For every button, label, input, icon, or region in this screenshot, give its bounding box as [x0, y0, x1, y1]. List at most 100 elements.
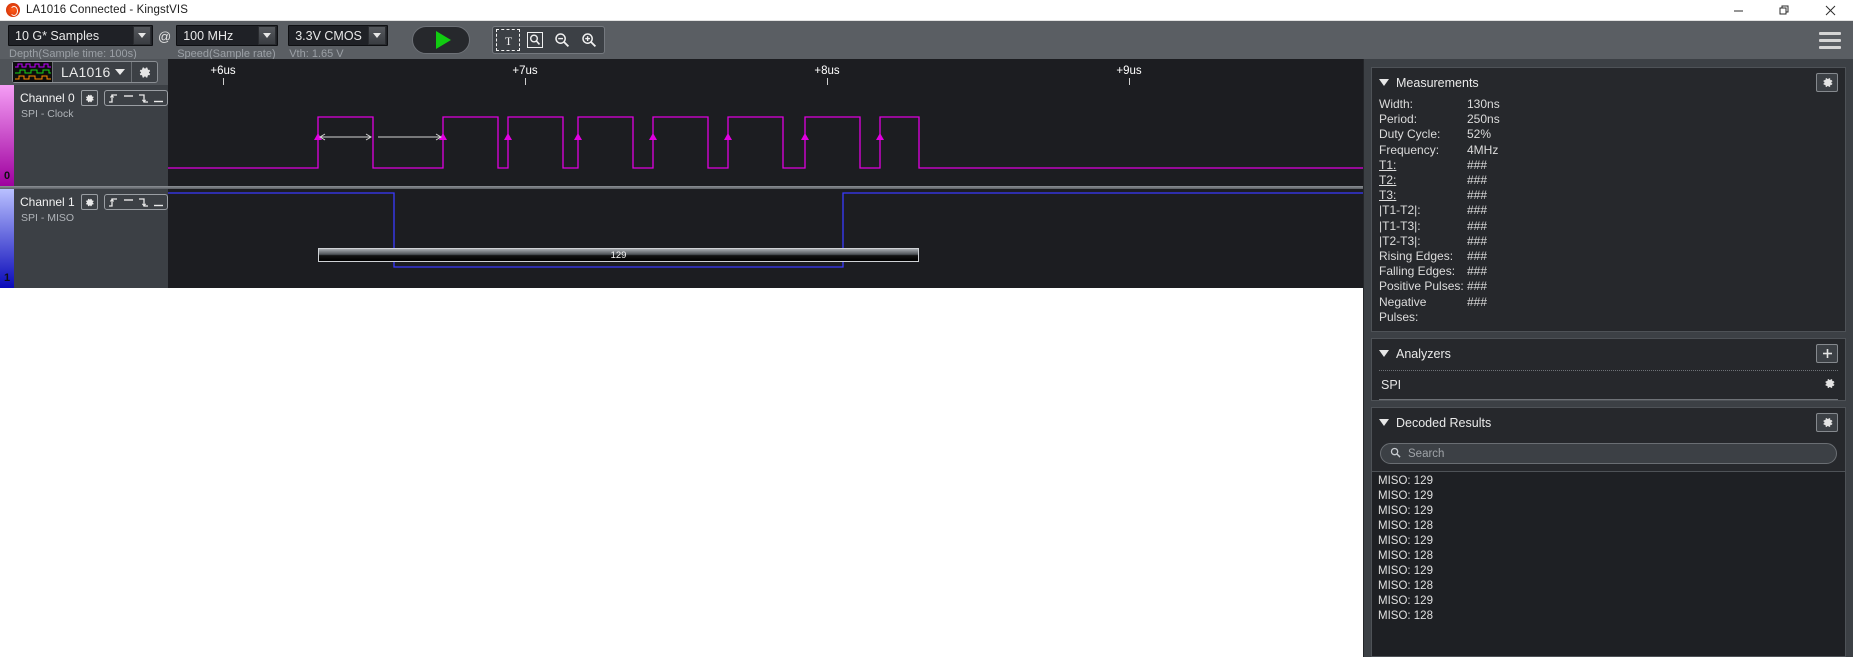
zoom-fit-tool-button[interactable] [523, 29, 547, 51]
ruler-tick [1129, 78, 1130, 85]
list-item[interactable]: MISO: 129 [1372, 489, 1845, 504]
channel-0-plot[interactable] [168, 85, 1363, 186]
decoded-search-wrap [1372, 437, 1845, 471]
measurement-row: |T2-T3|: ### [1379, 234, 1838, 249]
decoded-search-box[interactable] [1380, 443, 1837, 465]
channel-0-color-bar: 0 [0, 85, 14, 186]
depth-chevron-down-icon[interactable] [133, 26, 151, 45]
measurement-key: |T2-T3|: [1379, 233, 1421, 248]
falling-edge-icon[interactable] [137, 91, 150, 105]
measurement-row-t3[interactable]: T3: ### [1379, 188, 1838, 203]
collapse-triangle-icon[interactable] [1379, 79, 1389, 86]
depth-select[interactable]: 10 G* Samples [8, 25, 153, 46]
collapse-triangle-icon[interactable] [1379, 350, 1389, 358]
ruler-label: +7us [512, 65, 538, 77]
measurement-row: Duty Cycle: 52% [1379, 127, 1838, 142]
measurement-row-t2[interactable]: T2: ### [1379, 173, 1838, 188]
decoded-results-settings-button[interactable] [1816, 413, 1838, 433]
ruler-tick [827, 78, 828, 85]
kingst-logo-icon [6, 3, 20, 17]
svg-text:T: T [505, 34, 513, 47]
list-item[interactable]: MISO: 129 [1372, 564, 1845, 579]
add-analyzer-button[interactable] [1816, 344, 1838, 364]
measurement-key[interactable]: T1: [1379, 158, 1467, 173]
measurement-key[interactable]: T3: [1379, 188, 1467, 203]
empty-canvas-area [0, 353, 1363, 657]
vth-value: 3.3V CMOS [295, 28, 362, 43]
list-item[interactable]: MISO: 128 [1372, 579, 1845, 594]
analyzer-settings-button[interactable] [1823, 377, 1836, 393]
analyzers-header[interactable]: Analyzers [1372, 339, 1845, 369]
hamburger-menu-icon[interactable] [1817, 29, 1843, 51]
zoom-in-tool-button[interactable] [577, 29, 601, 51]
channel-0-name: Channel 0 [20, 91, 75, 105]
speed-chevron-down-icon[interactable] [258, 26, 277, 45]
minimize-button[interactable] [1715, 0, 1761, 21]
channel-1-info: Channel 1 SPI - MISO [14, 189, 168, 288]
collapse-triangle-icon[interactable] [1379, 419, 1389, 427]
measurements-header[interactable]: Measurements [1372, 68, 1845, 97]
channel-1-settings-button[interactable] [80, 194, 98, 210]
list-item[interactable]: MISO: 128 [1372, 609, 1845, 624]
high-level-icon[interactable] [122, 195, 135, 209]
list-item[interactable]: MISO: 129 [1372, 504, 1845, 519]
list-item[interactable]: MISO: 128 [1372, 519, 1845, 534]
chevron-down-icon[interactable] [115, 69, 126, 75]
high-level-icon[interactable] [122, 91, 135, 105]
measurement-key: Negative Pulses: [1379, 294, 1427, 324]
zoom-out-tool-button[interactable] [550, 29, 574, 51]
measurement-key: |T1-T3|: [1379, 218, 1421, 233]
channel-rows: 0 Channel 0 SPI - Clock 1 Channel 1 SPI … [0, 85, 1363, 353]
vth-control: 3.3V CMOS Vth: 1.65 V [288, 25, 389, 60]
text-annotation-tool-button[interactable]: T [496, 29, 521, 51]
list-item[interactable]: MISO: 129 [1372, 534, 1845, 549]
measurement-key: Rising Edges: [1379, 249, 1454, 264]
main-area: LA1016 +6us +7us +8us +9us 0 Channel 0 S… [0, 59, 1853, 657]
analyzers-title: Analyzers [1396, 346, 1451, 361]
rising-edge-icon[interactable] [107, 195, 120, 209]
measurement-row: Width: 130ns [1379, 97, 1838, 112]
measurement-row: Frequency: 4MHz [1379, 143, 1838, 158]
vth-chevron-down-icon[interactable] [368, 26, 387, 45]
decoded-results-list[interactable]: MISO: 129 MISO: 129 MISO: 129 MISO: 128 … [1372, 471, 1845, 656]
measurement-row-t1[interactable]: T1: ### [1379, 158, 1838, 173]
speed-control: 100 MHz Speed(Sample rate) [176, 25, 279, 60]
waveform-region: LA1016 +6us +7us +8us +9us 0 Channel 0 S… [0, 59, 1363, 353]
window-controls [1715, 0, 1853, 21]
low-level-icon[interactable] [152, 91, 165, 105]
list-item[interactable]: MISO: 129 [1372, 474, 1845, 489]
measurement-key[interactable]: T2: [1379, 173, 1467, 188]
channel-1-name: Channel 1 [20, 195, 75, 209]
start-capture-button[interactable] [412, 26, 471, 54]
decoded-search-input[interactable] [1408, 447, 1827, 460]
time-ruler[interactable]: +6us +7us +8us +9us [168, 59, 1363, 85]
vth-select[interactable]: 3.3V CMOS [288, 25, 389, 46]
decoded-packet-bar[interactable]: 129 [318, 248, 919, 262]
right-sidebar: Measurements Width: 130ns Period: 250ns Du… [1363, 59, 1853, 657]
window-title: LA1016 Connected - KingstVIS [26, 4, 188, 16]
measurement-value: ### [1467, 233, 1488, 248]
speed-select[interactable]: 100 MHz [176, 25, 279, 46]
channel-0-settings-button[interactable] [80, 90, 98, 106]
list-item[interactable]: MISO: 128 [1372, 549, 1845, 564]
analyzer-item-spi[interactable]: SPI [1372, 371, 1845, 399]
close-button[interactable] [1807, 0, 1853, 21]
channel-1-plot[interactable] [168, 189, 1363, 288]
device-selector[interactable]: LA1016 [12, 61, 159, 83]
list-item[interactable]: MISO: 129 [1372, 594, 1845, 609]
device-settings-button[interactable] [131, 62, 157, 82]
measurement-key: Duty Cycle: [1379, 127, 1441, 142]
measurement-value: ### [1467, 203, 1488, 218]
low-level-icon[interactable] [152, 195, 165, 209]
decoded-results-header[interactable]: Decoded Results [1372, 408, 1845, 438]
measurement-row: Period: 250ns [1379, 112, 1838, 127]
speed-value: 100 MHz [183, 28, 234, 43]
falling-edge-icon[interactable] [137, 195, 150, 209]
rising-edge-icon[interactable] [107, 91, 120, 105]
channel-0-index: 0 [3, 170, 11, 182]
maximize-button[interactable] [1761, 0, 1807, 21]
measurement-value: 4MHz [1467, 142, 1499, 157]
measurements-settings-button[interactable] [1816, 73, 1838, 92]
analyzers-panel: Analyzers SPI [1371, 338, 1846, 402]
channel-1-color-bar: 1 [0, 189, 14, 288]
